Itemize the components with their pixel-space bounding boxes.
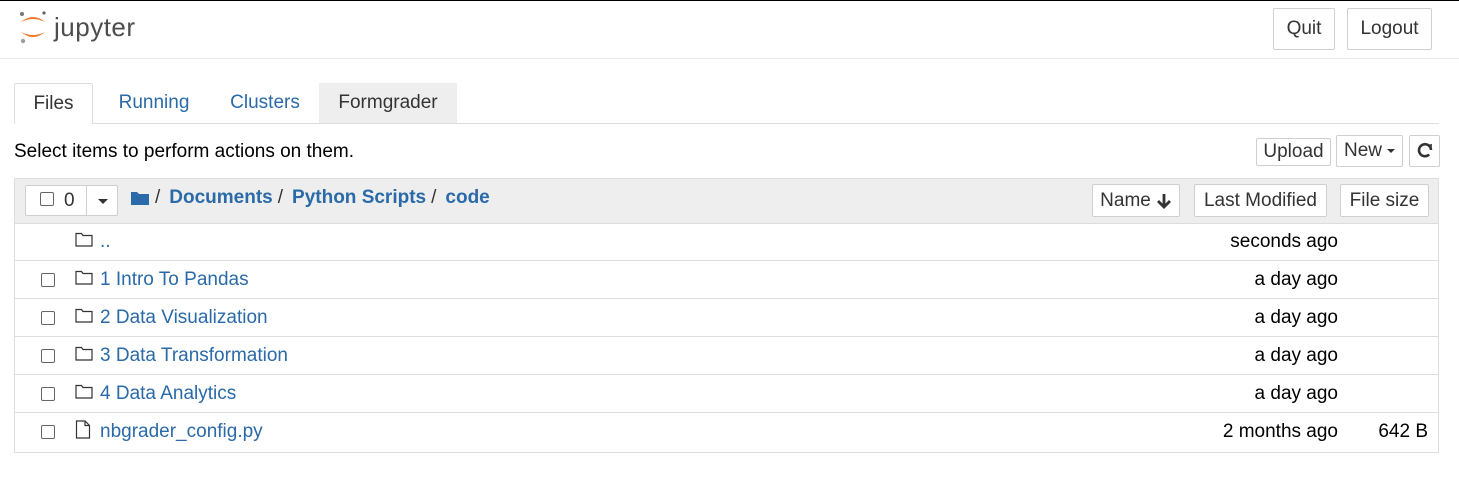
main-tabs: Files Running Clusters Formgrader	[14, 83, 1439, 124]
select-all-checkbox[interactable]	[40, 192, 54, 206]
breadcrumb-documents[interactable]: Documents	[169, 187, 272, 209]
sort-name-button[interactable]: Name	[1092, 184, 1180, 217]
item-checkbox[interactable]	[41, 273, 55, 287]
caret-down-icon	[1387, 149, 1395, 153]
item-checkbox[interactable]	[41, 425, 55, 439]
tab-clusters[interactable]: Clusters	[220, 83, 310, 123]
item-modified: seconds ago	[1230, 231, 1338, 252]
sort-file-size-button[interactable]: File size	[1340, 184, 1429, 217]
item-modified: 2 months ago	[1222, 421, 1338, 442]
folder-icon	[75, 384, 93, 399]
item-name[interactable]: nbgrader_config.py	[100, 421, 263, 443]
item-name[interactable]: 2 Data Visualization	[100, 307, 268, 329]
divider	[86, 186, 87, 215]
new-button-label: New	[1343, 140, 1382, 161]
list-item[interactable]: nbgrader_config.py 2 months ago 642 B	[15, 413, 1438, 451]
list-item[interactable]: 3 Data Transformation a day ago	[15, 337, 1438, 375]
logout-button[interactable]: Logout	[1347, 8, 1432, 50]
sort-name-label: Name	[1100, 189, 1151, 211]
tab-files[interactable]: Files	[14, 83, 93, 124]
arrow-down-icon	[1156, 193, 1171, 209]
folder-icon	[75, 270, 93, 285]
file-icon	[75, 420, 91, 439]
breadcrumb-separator: /	[431, 187, 437, 208]
item-file-size: 642 B	[1378, 421, 1428, 442]
select-all-group[interactable]: 0	[25, 185, 118, 216]
breadcrumb-code[interactable]: code	[445, 187, 489, 209]
selected-count: 0	[64, 190, 75, 211]
item-checkbox[interactable]	[41, 349, 55, 363]
file-list-header: 0 / Documents / Python Scripts / code Na…	[15, 179, 1438, 224]
item-modified: a day ago	[1254, 269, 1338, 290]
list-item[interactable]: 4 Data Analytics a day ago	[15, 375, 1438, 413]
list-item[interactable]: 2 Data Visualization a day ago	[15, 299, 1438, 337]
select-dropdown-caret-icon[interactable]	[98, 199, 108, 204]
folder-icon	[75, 308, 93, 323]
instruction-text: Select items to perform actions on them.	[14, 141, 355, 162]
header: jupyter Quit Logout	[0, 1, 1459, 59]
file-list: 0 / Documents / Python Scripts / code Na…	[14, 178, 1439, 453]
tab-running[interactable]: Running	[109, 83, 199, 123]
list-item[interactable]: .. seconds ago	[15, 223, 1438, 261]
breadcrumb-python-scripts[interactable]: Python Scripts	[292, 187, 426, 209]
jupyter-logo-icon	[20, 11, 46, 44]
refresh-button[interactable]	[1409, 135, 1440, 167]
tab-formgrader[interactable]: Formgrader	[319, 83, 457, 123]
item-checkbox[interactable]	[41, 387, 55, 401]
item-name[interactable]: ..	[100, 231, 111, 253]
breadcrumb-separator: /	[277, 187, 284, 208]
breadcrumb: / Documents / Python Scripts / code	[130, 187, 490, 209]
folder-solid-icon[interactable]	[130, 190, 150, 206]
item-name[interactable]: 4 Data Analytics	[100, 383, 236, 405]
new-button[interactable]: New	[1336, 135, 1403, 167]
logo-text: jupyter	[54, 11, 136, 42]
jupyter-logo[interactable]: jupyter	[18, 9, 136, 45]
quit-button[interactable]: Quit	[1273, 8, 1335, 50]
upload-button[interactable]: Upload	[1256, 138, 1331, 166]
breadcrumb-separator: /	[155, 187, 161, 208]
item-checkbox[interactable]	[41, 311, 55, 325]
item-modified: a day ago	[1254, 345, 1338, 366]
sort-last-modified-button[interactable]: Last Modified	[1194, 184, 1327, 217]
folder-icon	[75, 232, 93, 247]
item-name[interactable]: 1 Intro To Pandas	[100, 269, 249, 291]
item-name[interactable]: 3 Data Transformation	[100, 345, 288, 367]
item-modified: a day ago	[1254, 307, 1338, 328]
refresh-icon	[1417, 142, 1432, 158]
item-modified: a day ago	[1254, 383, 1338, 404]
list-item[interactable]: 1 Intro To Pandas a day ago	[15, 261, 1438, 299]
folder-icon	[75, 346, 93, 361]
